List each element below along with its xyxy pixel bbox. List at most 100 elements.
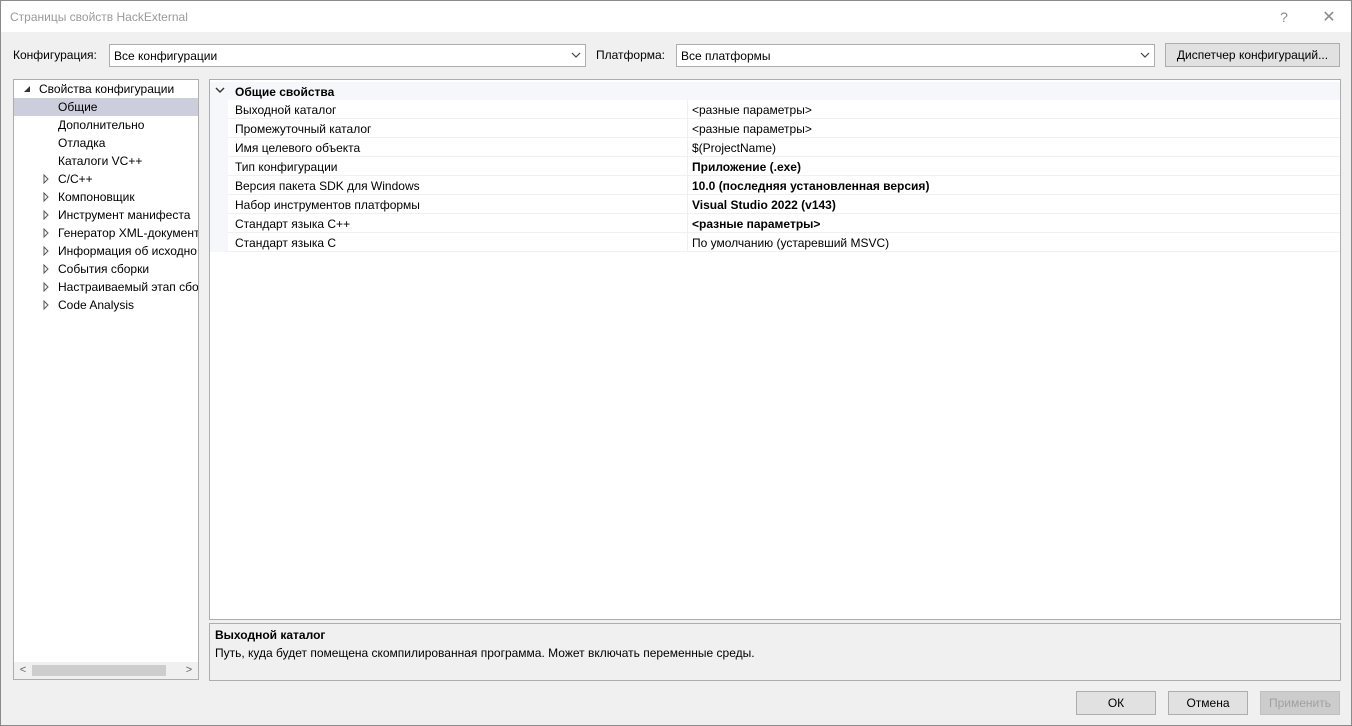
- tree-item[interactable]: Code Analysis: [14, 296, 198, 314]
- tree-item-label: Дополнительно: [58, 118, 145, 132]
- description-text: Путь, куда будет помещена скомпилированн…: [215, 646, 755, 660]
- property-value[interactable]: По умолчанию (устаревший MSVC): [692, 236, 889, 250]
- tree-item[interactable]: Дополнительно: [14, 116, 198, 134]
- window-title: Страницы свойств HackExternal: [10, 10, 188, 24]
- property-row[interactable]: Тип конфигурации Приложение (.exe): [210, 157, 1340, 176]
- scrollbar-thumb[interactable]: [32, 665, 166, 676]
- collapsed-triangle-icon[interactable]: [42, 228, 50, 238]
- tree-item-label: Настраиваемый этап сбо: [58, 280, 198, 294]
- tree-item[interactable]: Компоновщик: [14, 188, 198, 206]
- property-name: Стандарт языка C: [235, 236, 337, 250]
- property-row[interactable]: Версия пакета SDK для Windows 10.0 (после…: [210, 176, 1340, 195]
- tree-item[interactable]: Настраиваемый этап сбо: [14, 278, 198, 296]
- tree-item-label: Инструмент манифеста: [58, 208, 191, 222]
- property-name: Промежуточный каталог: [235, 122, 372, 136]
- configuration-label: Конфигурация:: [13, 48, 97, 62]
- scroll-right-button[interactable]: >: [183, 664, 195, 677]
- tree-item-label: Информация об исходно: [58, 244, 197, 258]
- expanded-triangle-icon[interactable]: [23, 84, 31, 94]
- row-gutter: [210, 195, 228, 214]
- tree-item-label: Генератор XML-документ: [58, 226, 198, 240]
- property-name: Версия пакета SDK для Windows: [235, 179, 420, 193]
- column-separator[interactable]: [687, 176, 688, 195]
- column-separator[interactable]: [687, 214, 688, 233]
- platform-value: Все платформы: [681, 49, 771, 63]
- property-value[interactable]: <разные параметры>: [692, 217, 820, 231]
- tree-item-label: Каталоги VC++: [58, 154, 143, 168]
- close-button[interactable]: ✕: [1306, 1, 1352, 32]
- platform-label: Платформа:: [596, 48, 666, 62]
- help-button[interactable]: ?: [1261, 1, 1307, 32]
- tree-item[interactable]: Инструмент манифеста: [14, 206, 198, 224]
- column-separator[interactable]: [687, 233, 688, 252]
- row-gutter: [210, 176, 228, 195]
- ok-button[interactable]: ОК: [1076, 691, 1156, 715]
- property-value[interactable]: <разные параметры>: [692, 122, 812, 136]
- configuration-value: Все конфигурации: [114, 49, 218, 63]
- tree-item-label: Code Analysis: [58, 298, 135, 312]
- description-title: Выходной каталог: [215, 628, 326, 642]
- title-bar: Страницы свойств HackExternal ? ✕: [1, 1, 1351, 32]
- property-name: Имя целевого объекта: [235, 141, 361, 155]
- column-separator[interactable]: [687, 157, 688, 176]
- tree-item-label: События сборки: [58, 262, 150, 276]
- chevron-down-icon: [571, 52, 581, 58]
- configuration-dropdown[interactable]: Все конфигурации: [109, 44, 586, 67]
- tree-item-label: C/C++: [58, 172, 93, 186]
- chevron-down-icon[interactable]: [215, 86, 225, 94]
- row-gutter: [210, 119, 228, 138]
- tree-item[interactable]: C/C++: [14, 170, 198, 188]
- tree-item[interactable]: Генератор XML-документ: [14, 224, 198, 242]
- cancel-button[interactable]: Отмена: [1168, 691, 1248, 715]
- property-row[interactable]: Стандарт языка C++ <разные параметры>: [210, 214, 1340, 233]
- tree-item[interactable]: Информация об исходно: [14, 242, 198, 260]
- row-gutter: [210, 100, 228, 119]
- property-grid: Общие свойства Выходной каталог <разные п…: [209, 79, 1341, 620]
- configuration-manager-button[interactable]: Диспетчер конфигураций...: [1165, 43, 1340, 67]
- property-row[interactable]: Имя целевого объекта $(ProjectName): [210, 138, 1340, 157]
- scroll-left-button[interactable]: <: [17, 664, 29, 677]
- tree-item[interactable]: Свойства конфигурации: [14, 80, 198, 98]
- tree-item-label: Компоновщик: [58, 190, 135, 204]
- settings-tree[interactable]: Свойства конфигурации Общие Дополнительно О…: [13, 79, 199, 680]
- category-general-properties[interactable]: Общие свойства: [210, 82, 1340, 100]
- tree-item-label: Отладка: [58, 136, 106, 150]
- row-gutter: [210, 214, 228, 233]
- property-value[interactable]: $(ProjectName): [692, 141, 776, 155]
- column-separator[interactable]: [687, 119, 688, 138]
- property-row[interactable]: Выходной каталог <разные параметры>: [210, 100, 1340, 119]
- tree-item[interactable]: Отладка: [14, 134, 198, 152]
- row-gutter: [210, 138, 228, 157]
- column-separator[interactable]: [687, 100, 688, 119]
- column-separator[interactable]: [687, 138, 688, 157]
- property-row[interactable]: Набор инструментов платформы Visual Studi…: [210, 195, 1340, 214]
- category-label: Общие свойства: [235, 85, 335, 99]
- row-gutter: [210, 157, 228, 176]
- apply-button[interactable]: Применить: [1260, 691, 1340, 715]
- tree-item[interactable]: События сборки: [14, 260, 198, 278]
- property-value[interactable]: Приложение (.exe): [692, 160, 801, 174]
- property-name: Набор инструментов платформы: [235, 198, 420, 212]
- tree-item[interactable]: Каталоги VC++: [14, 152, 198, 170]
- collapsed-triangle-icon[interactable]: [42, 264, 50, 274]
- property-name: Стандарт языка C++: [235, 217, 351, 231]
- tree-horizontal-scrollbar[interactable]: < >: [14, 662, 198, 679]
- column-separator[interactable]: [687, 195, 688, 214]
- collapsed-triangle-icon[interactable]: [42, 246, 50, 256]
- collapsed-triangle-icon[interactable]: [42, 300, 50, 310]
- collapsed-triangle-icon[interactable]: [42, 192, 50, 202]
- tree-item-label: Свойства конфигурации: [39, 82, 175, 96]
- description-panel: Выходной каталог Путь, куда будет помеще…: [209, 623, 1341, 681]
- collapsed-triangle-icon[interactable]: [42, 282, 50, 292]
- collapsed-triangle-icon[interactable]: [42, 210, 50, 220]
- property-row[interactable]: Стандарт языка C По умолчанию (устаревший…: [210, 233, 1340, 252]
- property-value[interactable]: Visual Studio 2022 (v143): [692, 198, 836, 212]
- collapsed-triangle-icon[interactable]: [42, 174, 50, 184]
- tree-item[interactable]: Общие: [14, 98, 198, 116]
- chevron-down-icon: [1140, 52, 1150, 58]
- property-value[interactable]: <разные параметры>: [692, 103, 812, 117]
- platform-dropdown[interactable]: Все платформы: [676, 44, 1155, 67]
- property-value[interactable]: 10.0 (последняя установленная версия): [692, 179, 929, 193]
- property-row[interactable]: Промежуточный каталог <разные параметры>: [210, 119, 1340, 138]
- property-pages-dialog: Страницы свойств HackExternal ? ✕ Конфиг…: [0, 0, 1352, 726]
